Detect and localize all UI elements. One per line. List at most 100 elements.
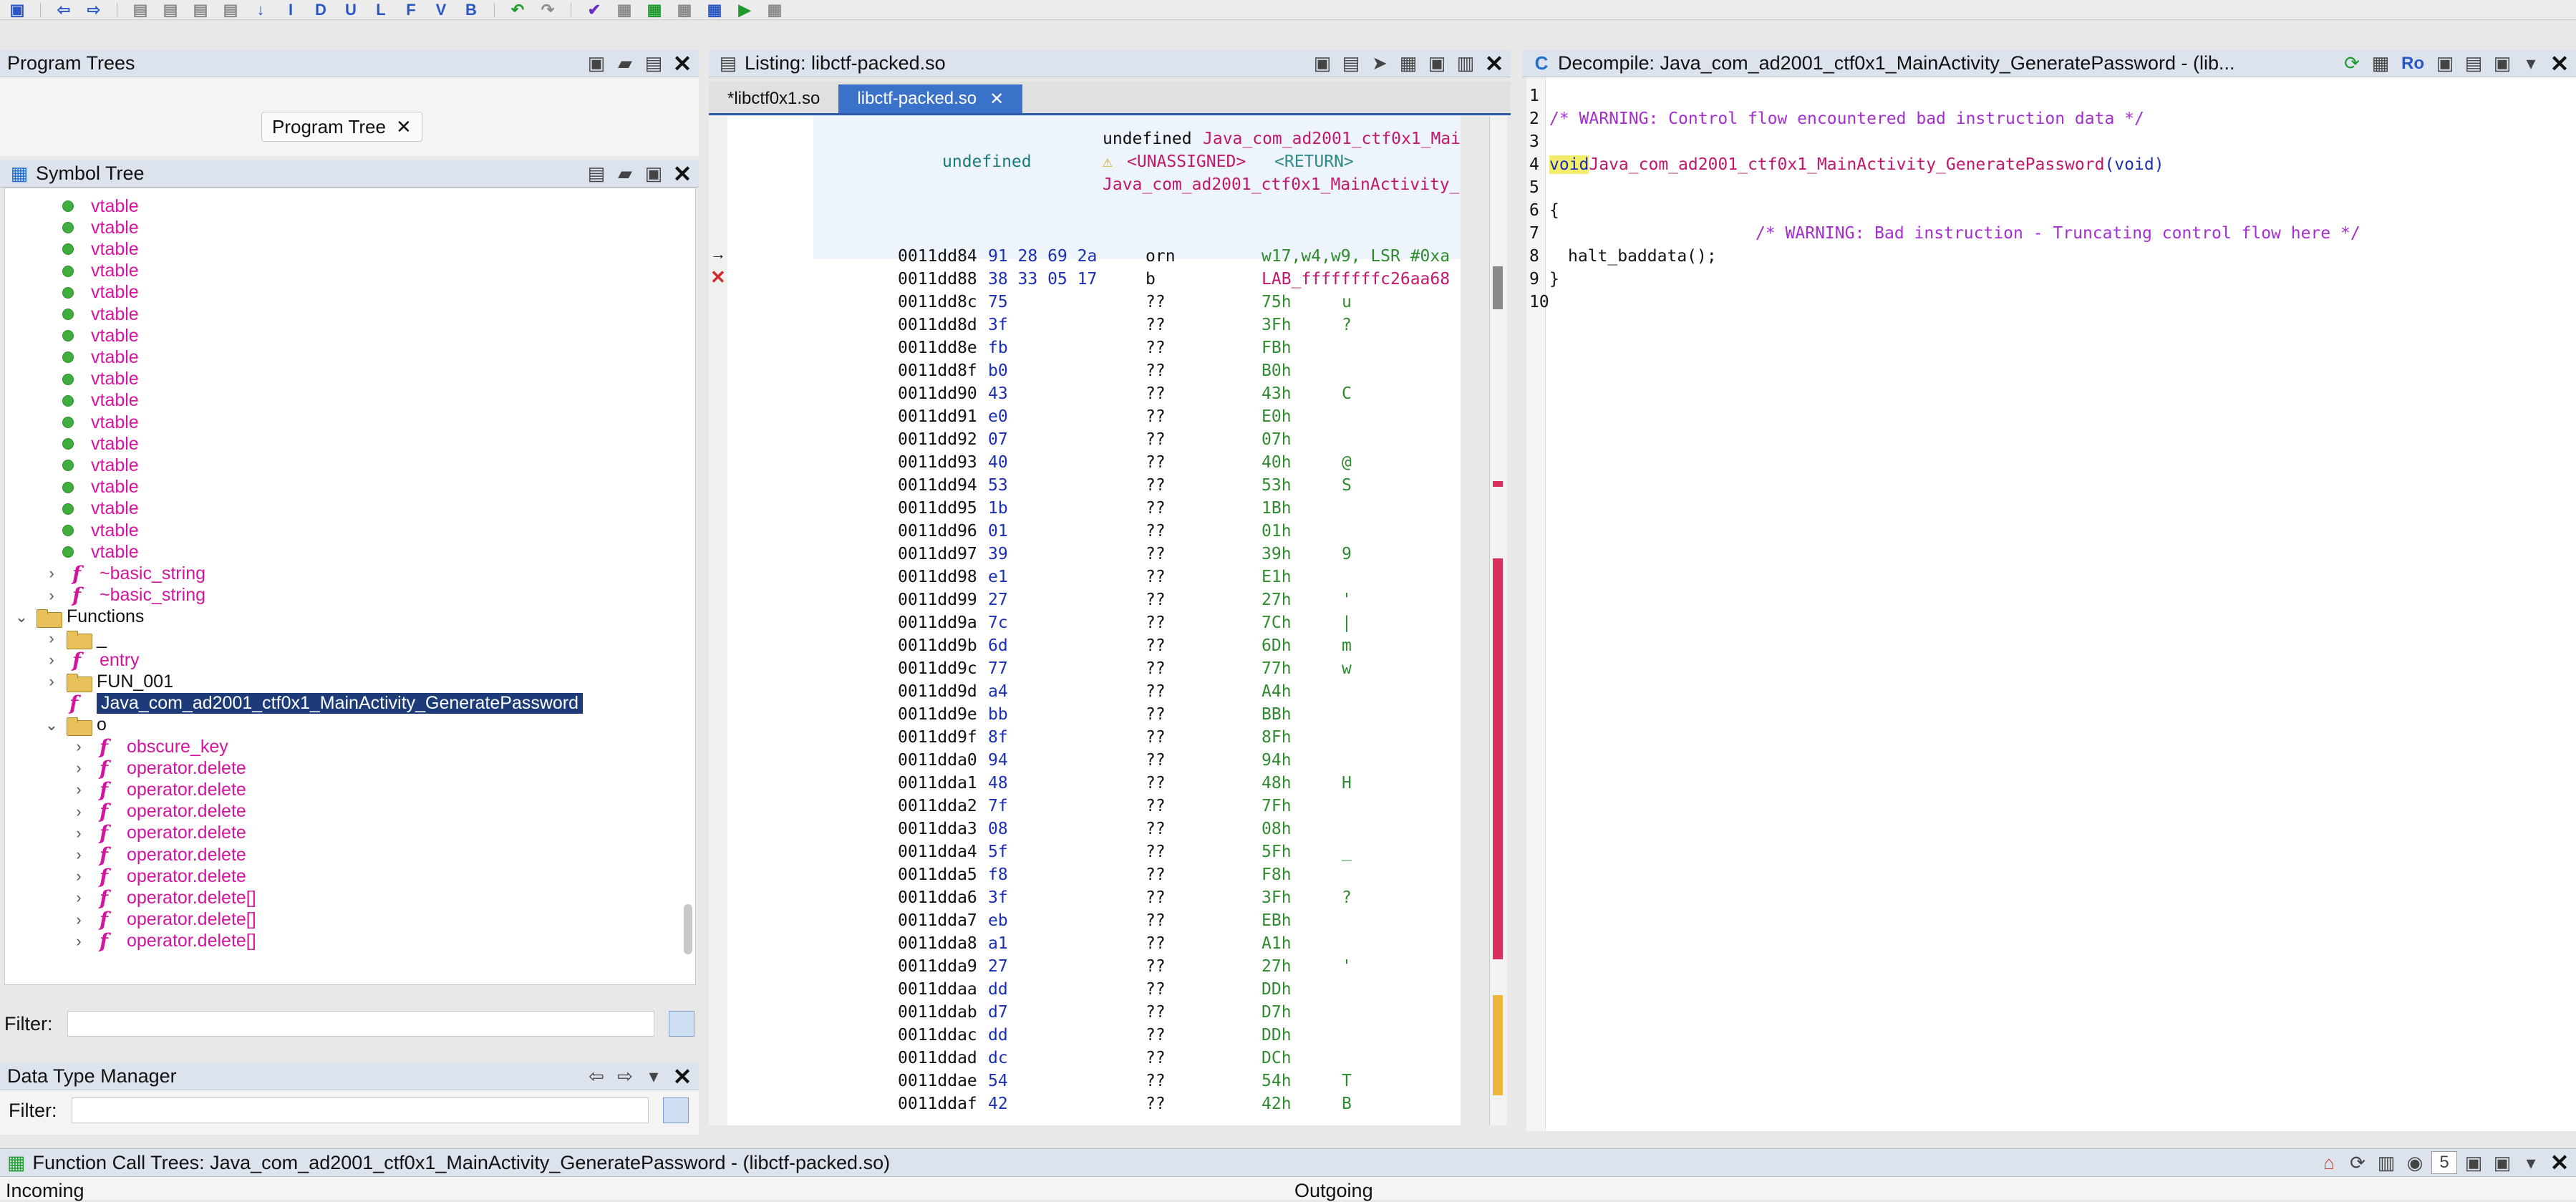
chevron-right-icon[interactable]: › <box>44 629 59 648</box>
tool-icon[interactable]: ▦ <box>704 1 725 19</box>
forward-arrow-icon[interactable]: ⇨ <box>613 1065 637 1087</box>
forward-arrow-icon[interactable]: ⇨ <box>84 1 104 19</box>
chevron-right-icon[interactable]: › <box>71 780 87 799</box>
tree-item[interactable]: › f obscure_key <box>71 735 228 759</box>
listing-row[interactable]: 0011ddad dc?? DCh <box>727 1047 1458 1070</box>
listing-row[interactable]: 0011dd9a 7c?? 7Ch | <box>727 611 1458 634</box>
tree-item[interactable]: vtable <box>62 520 139 541</box>
tool-icon[interactable]: ▦ <box>1396 52 1420 74</box>
listing-row[interactable]: 0011dd94 53?? 53h S <box>727 474 1458 497</box>
open-folder-icon[interactable]: ▰ <box>613 52 637 74</box>
listing-row[interactable]: 0011dda2 7f?? 7Fh <box>727 795 1458 818</box>
tree-item[interactable]: ⌄ o <box>44 714 107 736</box>
refresh-icon[interactable]: ⟳ <box>2340 52 2364 74</box>
export-icon[interactable]: ▣ <box>2490 1152 2514 1173</box>
tree-item[interactable]: vtable <box>62 261 139 282</box>
listing-row[interactable]: 0011dd97 39?? 39h 9 <box>727 543 1458 566</box>
listing-row[interactable]: 0011ddae 54?? 54h T <box>727 1070 1458 1092</box>
tree-item[interactable]: vtable <box>62 217 139 238</box>
tree-item[interactable]: vtable <box>62 282 139 304</box>
print-icon[interactable]: ▣ <box>641 163 666 185</box>
listing-row[interactable]: 0011dd91 e0?? E0h <box>727 405 1458 428</box>
tree-item[interactable]: vtable <box>62 195 139 217</box>
bookmark-icon[interactable]: B <box>461 1 481 19</box>
chevron-down-icon[interactable]: ⌄ <box>14 608 29 626</box>
listing-row[interactable]: 0011dd84 91 28 69 2a orn w17,w4,w9, LSR #0x… <box>727 245 1458 268</box>
tree-item[interactable]: ⌄ Functions <box>14 606 144 628</box>
chevron-right-icon[interactable]: › <box>71 911 87 929</box>
tree-item[interactable]: › f operator.delete <box>71 821 246 845</box>
listing-row[interactable]: 0011ddaa dd?? DDh <box>727 978 1458 1001</box>
copy-icon[interactable]: ▣ <box>1310 52 1335 74</box>
tree-item[interactable]: vtable <box>62 238 139 260</box>
paste-icon[interactable]: ▤ <box>1339 52 1363 74</box>
chevron-right-icon[interactable]: › <box>71 867 87 886</box>
instruction-icon[interactable]: I <box>281 1 301 19</box>
listing-row[interactable]: 0011dd9e bb?? BBh <box>727 703 1458 726</box>
tree-item[interactable]: › f operator.delete[] <box>71 886 256 910</box>
cursor-icon[interactable]: ➤ <box>1367 52 1392 74</box>
filter-input[interactable] <box>67 1011 654 1037</box>
listing-row[interactable]: 0011dd9b 6d?? 6Dh m <box>727 634 1458 657</box>
navigate-icon[interactable]: ▤ <box>160 1 180 19</box>
listing-row[interactable]: 0011dd99 27?? 27h ' <box>727 588 1458 611</box>
chevron-right-icon[interactable]: › <box>44 586 59 605</box>
tree-item[interactable]: › f operator.delete[] <box>71 929 256 953</box>
depth-input[interactable]: 5 <box>2431 1151 2457 1174</box>
listing-row[interactable]: 0011dda4 5f?? 5Fh _ <box>727 840 1458 863</box>
check-icon[interactable]: ✔ <box>584 1 604 19</box>
tab-libctf-packed[interactable]: libctf-packed.so ✕ <box>838 84 1023 113</box>
tree-item[interactable]: › f entry <box>44 649 139 672</box>
chevron-right-icon[interactable]: › <box>71 845 87 864</box>
listing-row[interactable]: 0011dd8f b0?? B0h <box>727 359 1458 382</box>
chevron-right-icon[interactable]: › <box>44 672 59 691</box>
graph-icon[interactable]: ▦ <box>2368 52 2393 74</box>
listing-row[interactable]: 0011dd93 40?? 40h @ <box>727 451 1458 474</box>
chevron-right-icon[interactable]: › <box>71 737 87 756</box>
chevron-right-icon[interactable]: › <box>71 932 87 951</box>
tree-item[interactable]: vtable <box>62 412 139 433</box>
undefined-icon[interactable]: U <box>341 1 361 19</box>
listing-row[interactable]: 0011ddab d7?? D7h <box>727 1001 1458 1024</box>
listing-row[interactable]: 0011dd9c 77?? 77h w <box>727 657 1458 680</box>
data-icon[interactable]: D <box>311 1 331 19</box>
filter-options-icon[interactable] <box>669 1011 694 1037</box>
chevron-right-icon[interactable]: › <box>71 824 87 843</box>
tool-icon[interactable]: ▦ <box>674 1 694 19</box>
listing-row[interactable]: 0011dd96 01?? 01h <box>727 520 1458 543</box>
close-icon[interactable]: ✕ <box>2547 51 2572 77</box>
listing-row[interactable]: 0011dd9f 8f?? 8Fh <box>727 726 1458 749</box>
filter-input[interactable] <box>71 1097 649 1123</box>
tree-item[interactable]: › f operator.delete <box>71 843 246 867</box>
ro-button[interactable]: Ro <box>2397 53 2429 74</box>
listing-row[interactable]: 0011dd8c 75?? 75h u <box>727 291 1458 314</box>
tree-item[interactable]: › _ <box>44 628 107 649</box>
layout-icon[interactable]: ▥ <box>2374 1152 2398 1173</box>
copy-icon[interactable]: ▣ <box>2433 52 2457 74</box>
tree-item[interactable]: vtable <box>62 498 139 520</box>
function-name[interactable]: Java_com_ad2001_ctf0x1_MainActivity_Gene… <box>1589 155 2104 174</box>
tree-item[interactable]: vtable <box>62 369 139 390</box>
listing-row[interactable]: 0011dd88 38 33 05 17 b LAB_ffffffffc26aa68 <box>727 268 1458 291</box>
listing-row[interactable]: 0011dd90 43?? 43h C <box>727 382 1458 405</box>
camera-icon[interactable]: ▣ <box>2490 52 2514 74</box>
tab-libctf0x1[interactable]: *libctf0x1.so <box>709 84 838 113</box>
tree-item[interactable]: vtable <box>62 541 139 563</box>
listing-row[interactable]: 0011dda7 eb?? EBh <box>727 909 1458 932</box>
incoming-column[interactable]: Incoming <box>6 1180 84 1202</box>
listing-row[interactable]: 0011dda9 27?? 27h ' <box>727 955 1458 978</box>
tree-item[interactable]: › f operator.delete <box>71 800 246 823</box>
close-icon[interactable]: ✕ <box>670 1064 694 1090</box>
listing-row[interactable]: 0011dda0 94?? 94h <box>727 749 1458 772</box>
chevron-right-icon[interactable]: › <box>71 888 87 907</box>
chevron-down-icon[interactable]: ⌄ <box>44 716 59 735</box>
navigate-icon[interactable]: ▤ <box>130 1 150 19</box>
export-icon[interactable]: ▣ <box>2461 1152 2486 1173</box>
redo-icon[interactable]: ↷ <box>538 1 558 19</box>
new-tree-icon[interactable]: ▣ <box>584 52 609 74</box>
tree-item[interactable]: vtable <box>62 325 139 346</box>
close-icon[interactable]: ✕ <box>989 89 1004 110</box>
tool-icon[interactable]: ▦ <box>614 1 634 19</box>
chevron-right-icon[interactable]: › <box>71 803 87 821</box>
outgoing-column[interactable]: Outgoing <box>1294 1180 1373 1202</box>
